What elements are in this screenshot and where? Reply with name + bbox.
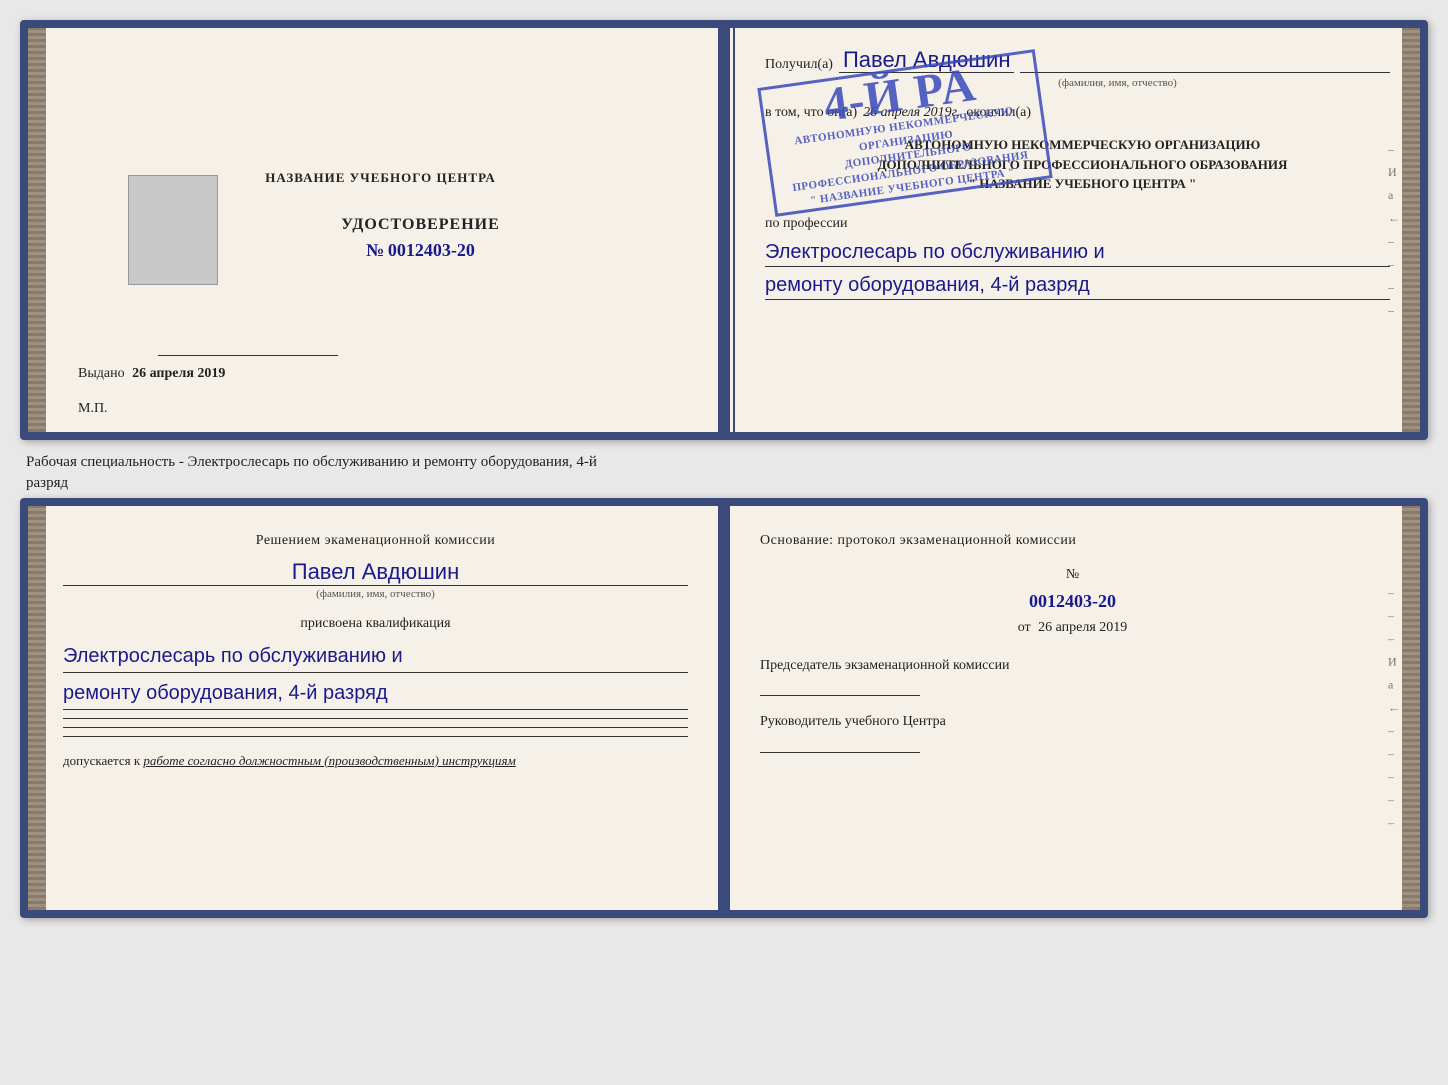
top-left-page: НАЗВАНИЕ УЧЕБНОГО ЦЕНТРА УДОСТОВЕРЕНИЕ №… [28, 28, 735, 432]
between-label-line2: разряд [26, 473, 1428, 494]
cert-number-prefix: № [366, 240, 384, 260]
allowed-italic: работе согласно должностным (производств… [143, 753, 515, 768]
allowed-text: допускается к работе согласно должностны… [63, 753, 688, 769]
in-that-line: в том, что он(а) 26 апреля 2019г. окончи… [765, 105, 1390, 121]
between-label-line1: Рабочая специальность - Электрослесарь п… [26, 452, 1428, 473]
texture-right-bottom [1402, 506, 1420, 910]
fio-hint-bottom: (фамилия, имя, отчество) [63, 588, 688, 600]
fio-hint-top: (фамилия, имя, отчество) [845, 77, 1390, 89]
chairman-sign-line [760, 695, 920, 696]
top-certificate-book: НАЗВАНИЕ УЧЕБНОГО ЦЕНТРА УДОСТОВЕРЕНИЕ №… [20, 20, 1428, 440]
right-edge-chars: – И а ← – – – – [1388, 142, 1400, 318]
extra-line-2 [63, 727, 688, 728]
protocol-number: 0012403-20 [760, 591, 1385, 612]
from-date-block: от 26 апреля 2019 [760, 620, 1385, 636]
protocol-number-block: № 0012403-20 [760, 567, 1385, 612]
cert-number: № 0012403-20 [366, 240, 475, 261]
between-label: Рабочая специальность - Электрослесарь п… [20, 444, 1428, 498]
person-name-bottom: Павел Авдюшин [63, 559, 688, 586]
org-block: АВТОНОМНУЮ НЕКОММЕРЧЕСКУЮ ОРГАНИЗАЦИЮ ДО… [765, 135, 1390, 194]
profession-line1: Электрослесарь по обслуживанию и [765, 238, 1390, 267]
issued-line: Выдано 26 апреля 2019 [78, 366, 713, 382]
cert-title: УДОСТОВЕРЕНИЕ [341, 216, 500, 234]
director-sign-line [760, 752, 920, 753]
right-edge-chars-bottom: – – – И а ← – – – – – [1388, 586, 1400, 831]
received-line: Получил(а) Павел Авдюшин [765, 48, 1390, 73]
basis-title: Основание: протокол экзаменационной коми… [760, 531, 1385, 551]
doc-spine-bottom [718, 506, 730, 910]
page-wrapper: НАЗВАНИЕ УЧЕБНОГО ЦЕНТРА УДОСТОВЕРЕНИЕ №… [20, 20, 1428, 918]
bottom-right-page: Основание: протокол экзаменационной коми… [725, 506, 1420, 910]
bottom-left-page: Решением экаменационной комиссии Павел А… [28, 506, 725, 910]
photo-placeholder [128, 175, 218, 285]
profession-label: по профессии [765, 216, 1390, 232]
chairman-title: Председатель экзаменационной комиссии [760, 656, 1385, 676]
cert-number-value: 0012403-20 [388, 240, 475, 260]
bottom-certificate-book: Решением экаменационной комиссии Павел А… [20, 498, 1428, 918]
doc-spine [718, 28, 730, 432]
director-title: Руководитель учебного Центра [760, 712, 1385, 732]
extra-line-1 [63, 718, 688, 719]
person-name-top: Павел Авдюшин [839, 48, 1014, 73]
texture-right [1402, 28, 1420, 432]
qual-line1: Электрослесарь по обслуживанию и [63, 640, 688, 673]
top-right-page: Получил(а) Павел Авдюшин (фамилия, имя, … [735, 28, 1420, 432]
extra-line-3 [63, 736, 688, 737]
assigned-label: присвоена квалификация [63, 616, 688, 632]
mp-label: М.П. [78, 401, 108, 417]
qual-line2: ремонту оборудования, 4-й разряд [63, 677, 688, 710]
commission-title: Решением экаменационной комиссии [63, 531, 688, 551]
profession-line2: ремонту оборудования, 4-й разряд [765, 271, 1390, 300]
school-name-top: НАЗВАНИЕ УЧЕБНОГО ЦЕНТРА [265, 170, 496, 186]
